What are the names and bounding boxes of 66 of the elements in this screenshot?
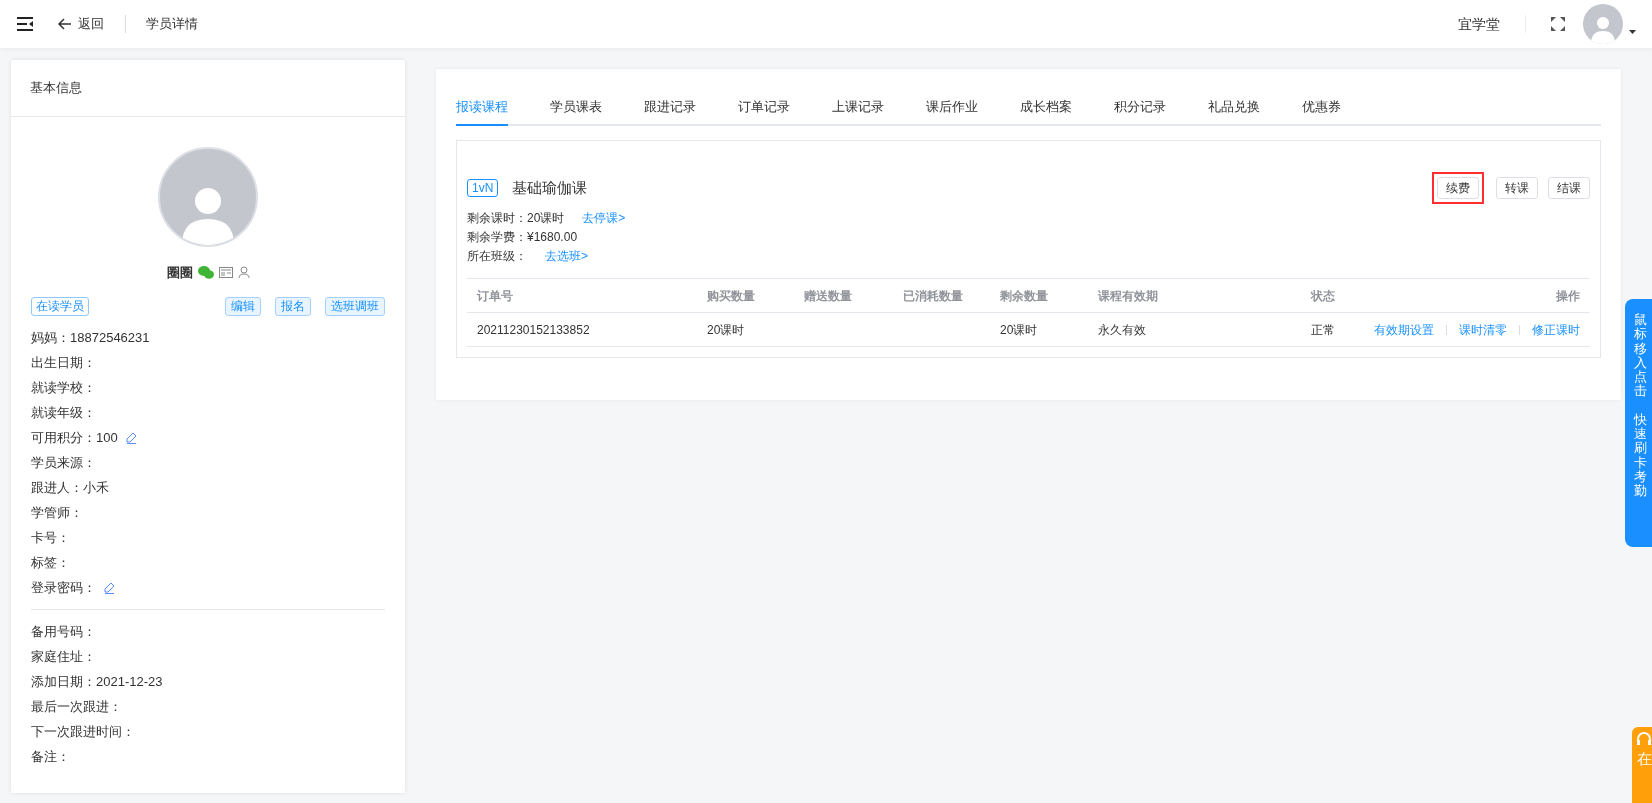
- info-field: 可用积分：100: [31, 428, 118, 448]
- info-field: 备用号码：: [31, 622, 96, 642]
- table-cell: 正常: [1311, 322, 1335, 337]
- course-type-tag: 1vN: [467, 179, 499, 197]
- course-detail: 所在班级：: [467, 248, 527, 265]
- info-field: 下一次跟进时间：: [31, 722, 135, 742]
- table-cell: 20211230152133852: [477, 322, 590, 337]
- table-cell: 20课时: [1000, 322, 1038, 337]
- column-header: 课程有效期: [1098, 287, 1159, 305]
- column-header: 状态: [1311, 287, 1336, 305]
- back-arrow-icon[interactable]: [58, 18, 72, 30]
- tab[interactable]: 优惠券: [1302, 89, 1341, 126]
- tab[interactable]: 礼品兑换: [1208, 89, 1260, 126]
- column-header: 操作: [1555, 287, 1580, 305]
- info-field: 妈妈：18872546231: [31, 328, 150, 348]
- tab[interactable]: 学员课表: [550, 89, 602, 126]
- fullscreen-icon[interactable]: [1550, 16, 1566, 32]
- column-header: 订单号: [477, 287, 514, 305]
- id-card-icon[interactable]: [218, 267, 233, 279]
- info-field: 出生日期：: [31, 353, 96, 373]
- info-field: 添加日期：2021-12-23: [31, 672, 163, 692]
- table-cell: 20课时: [707, 322, 745, 337]
- org-name: 宜学堂: [1458, 14, 1500, 34]
- column-header: 已消耗数量: [903, 287, 964, 305]
- back-button[interactable]: 返回: [78, 14, 104, 34]
- table-cell: 永久有效: [1098, 322, 1146, 337]
- status-tag: 在读学员: [31, 296, 89, 316]
- course-button[interactable]: 续费: [1437, 177, 1479, 199]
- column-header: 赠送数量: [804, 287, 853, 305]
- wechat-icon[interactable]: [197, 266, 214, 280]
- course-button[interactable]: 结课: [1548, 177, 1590, 199]
- info-field: 就读年级：: [31, 403, 96, 423]
- tab[interactable]: 积分记录: [1114, 89, 1166, 126]
- info-field: 学管师：: [31, 503, 83, 523]
- info-field: 就读学校：: [31, 378, 96, 398]
- person-icon[interactable]: [237, 266, 250, 280]
- info-field: 登录密码：: [31, 578, 96, 598]
- info-field: 标签：: [31, 553, 70, 573]
- course-detail: 剩余课时：20课时: [467, 210, 565, 227]
- side-tab-label: 快速刷卡考勤: [1633, 412, 1647, 499]
- column-header: 购买数量: [707, 287, 756, 305]
- course-name: 基础瑜伽课: [512, 177, 588, 198]
- info-field: 家庭住址：: [31, 647, 96, 667]
- info-field: 卡号：: [31, 528, 70, 548]
- headset-icon: [1636, 732, 1652, 748]
- side-tab-label: 鼠标移入点击: [1633, 313, 1647, 399]
- card-title: 基本信息: [30, 79, 82, 98]
- info-field: 学员来源：: [31, 453, 96, 473]
- tab[interactable]: 课后作业: [926, 89, 978, 126]
- info-field: 最后一次跟进：: [31, 697, 122, 717]
- info-field: 跟进人：小禾: [31, 478, 109, 498]
- column-header: 剩余数量: [1000, 287, 1049, 305]
- caret-icon[interactable]: [1629, 30, 1636, 34]
- tab[interactable]: 上课记录: [832, 89, 884, 126]
- tab[interactable]: 跟进记录: [644, 89, 696, 126]
- student-name: 圈圈: [166, 264, 193, 282]
- online-service-label: 在: [1636, 751, 1652, 768]
- menu-icon[interactable]: [17, 17, 33, 31]
- tab[interactable]: 订单记录: [738, 89, 790, 126]
- page-title: 学员详情: [146, 15, 198, 34]
- edit-icon[interactable]: [104, 582, 115, 594]
- course-button[interactable]: 转课: [1496, 177, 1538, 199]
- info-field: 备注：: [31, 747, 70, 767]
- edit-icon[interactable]: [125, 432, 137, 444]
- tab[interactable]: 成长档案: [1020, 89, 1072, 126]
- course-detail: 剩余学费：¥1680.00: [467, 229, 578, 246]
